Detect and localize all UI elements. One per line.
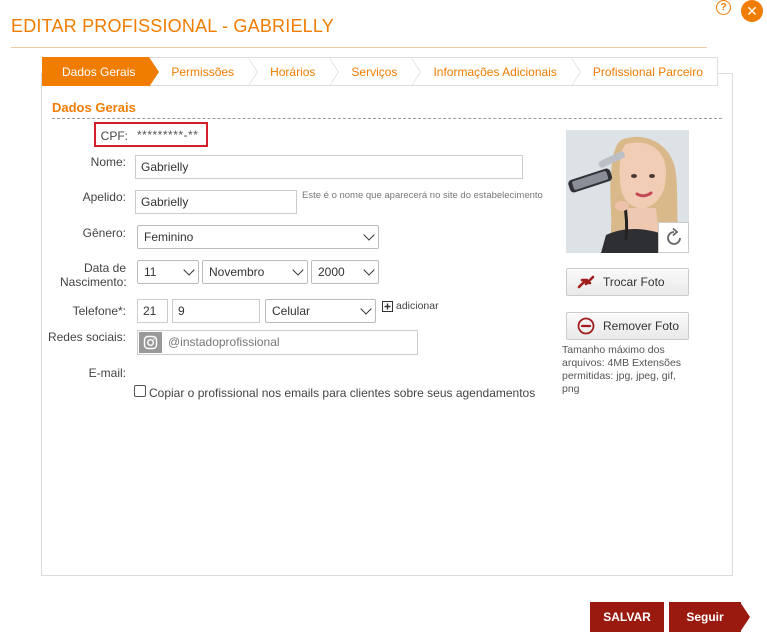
nascimento-label-line1: Data de: [83, 261, 126, 275]
next-button[interactable]: Seguir: [669, 602, 741, 632]
swap-arrows-icon: [577, 274, 595, 290]
next-button-arrow[interactable]: [740, 602, 750, 632]
birth-month-value: Novembro: [209, 265, 265, 279]
apelido-hint: Este é o nome que aparecerá no site do e…: [302, 190, 543, 201]
tab-dados-gerais[interactable]: Dados Gerais: [42, 57, 160, 87]
instagram-icon: [139, 332, 162, 353]
telefone-number-input[interactable]: 9: [172, 299, 260, 323]
redes-label: Redes sociais:: [47, 330, 126, 344]
chevron-down-icon: [183, 264, 195, 276]
rotate-photo-button[interactable]: [658, 222, 689, 253]
add-phone-label: adicionar: [396, 300, 439, 312]
remove-photo-button[interactable]: Remover Foto: [566, 312, 689, 340]
close-icon[interactable]: ✕: [741, 0, 763, 22]
birth-year-value: 2000: [318, 265, 345, 279]
save-button[interactable]: SALVAR: [590, 602, 664, 632]
telefone-ddd-input[interactable]: 21: [137, 299, 168, 323]
genero-value: Feminino: [144, 230, 194, 244]
copy-emails-checkbox[interactable]: [134, 385, 146, 397]
profile-photo: [566, 130, 689, 253]
telefone-label: Telefone*:: [72, 304, 126, 318]
tab-horarios[interactable]: Horários: [248, 57, 340, 87]
nascimento-label-line2: Nascimento:: [60, 275, 127, 289]
plus-box-icon: [382, 300, 393, 312]
nome-input[interactable]: Gabrielly: [135, 155, 523, 179]
add-phone-button[interactable]: adicionar: [382, 300, 439, 312]
cpf-value: *********-**: [137, 128, 199, 142]
remove-circle-icon: [577, 317, 595, 335]
change-photo-button[interactable]: Trocar Foto: [566, 268, 689, 296]
remove-photo-label: Remover Foto: [603, 319, 680, 333]
genero-select[interactable]: Feminino: [137, 225, 379, 249]
cpf-label: CPF:: [100, 129, 128, 143]
redes-input[interactable]: @instadoprofissional: [137, 330, 418, 355]
change-photo-label: Trocar Foto: [603, 275, 665, 289]
email-label: E-mail:: [88, 366, 126, 380]
birth-year-select[interactable]: 2000: [311, 260, 379, 284]
telefone-type-select[interactable]: Celular: [265, 299, 376, 323]
tab-profissional-parceiro[interactable]: Profissional Parceiro: [570, 57, 718, 86]
tab-informacoes-adicionais[interactable]: Informações Adicionais: [411, 57, 582, 87]
nascimento-label: Data de Nascimento:: [60, 261, 127, 289]
photo-size-note: Tamanho máximo dos arquivos: 4MB Extensõ…: [562, 344, 682, 395]
apelido-input[interactable]: Gabrielly: [135, 190, 297, 214]
chevron-down-icon: [360, 303, 372, 315]
copy-emails-label: Copiar o profissional nos emails para cl…: [149, 386, 536, 400]
section-title: Dados Gerais: [52, 100, 136, 115]
help-icon[interactable]: ?: [716, 0, 731, 15]
chevron-down-icon: [292, 264, 304, 276]
tab-servicos[interactable]: Serviços: [329, 57, 422, 87]
genero-label: Gênero:: [82, 226, 126, 240]
section-divider: [52, 118, 722, 119]
telefone-type-value: Celular: [272, 304, 311, 318]
chevron-down-icon: [363, 264, 375, 276]
nome-label: Nome:: [90, 155, 126, 169]
page-title: EDITAR PROFISSIONAL - GABRIELLY: [11, 16, 334, 36]
tab-permissoes[interactable]: Permissões: [149, 57, 258, 87]
apelido-label: Apelido:: [82, 190, 126, 204]
title-divider: [11, 47, 707, 48]
birth-day-value: 11: [144, 265, 157, 279]
chevron-down-icon: [363, 229, 375, 241]
rotate-icon: [666, 227, 681, 245]
tab-bar: Dados Gerais Permissões Horários Serviço…: [42, 57, 718, 87]
birth-month-select[interactable]: Novembro: [202, 260, 308, 284]
birth-day-select[interactable]: 11: [137, 260, 199, 284]
